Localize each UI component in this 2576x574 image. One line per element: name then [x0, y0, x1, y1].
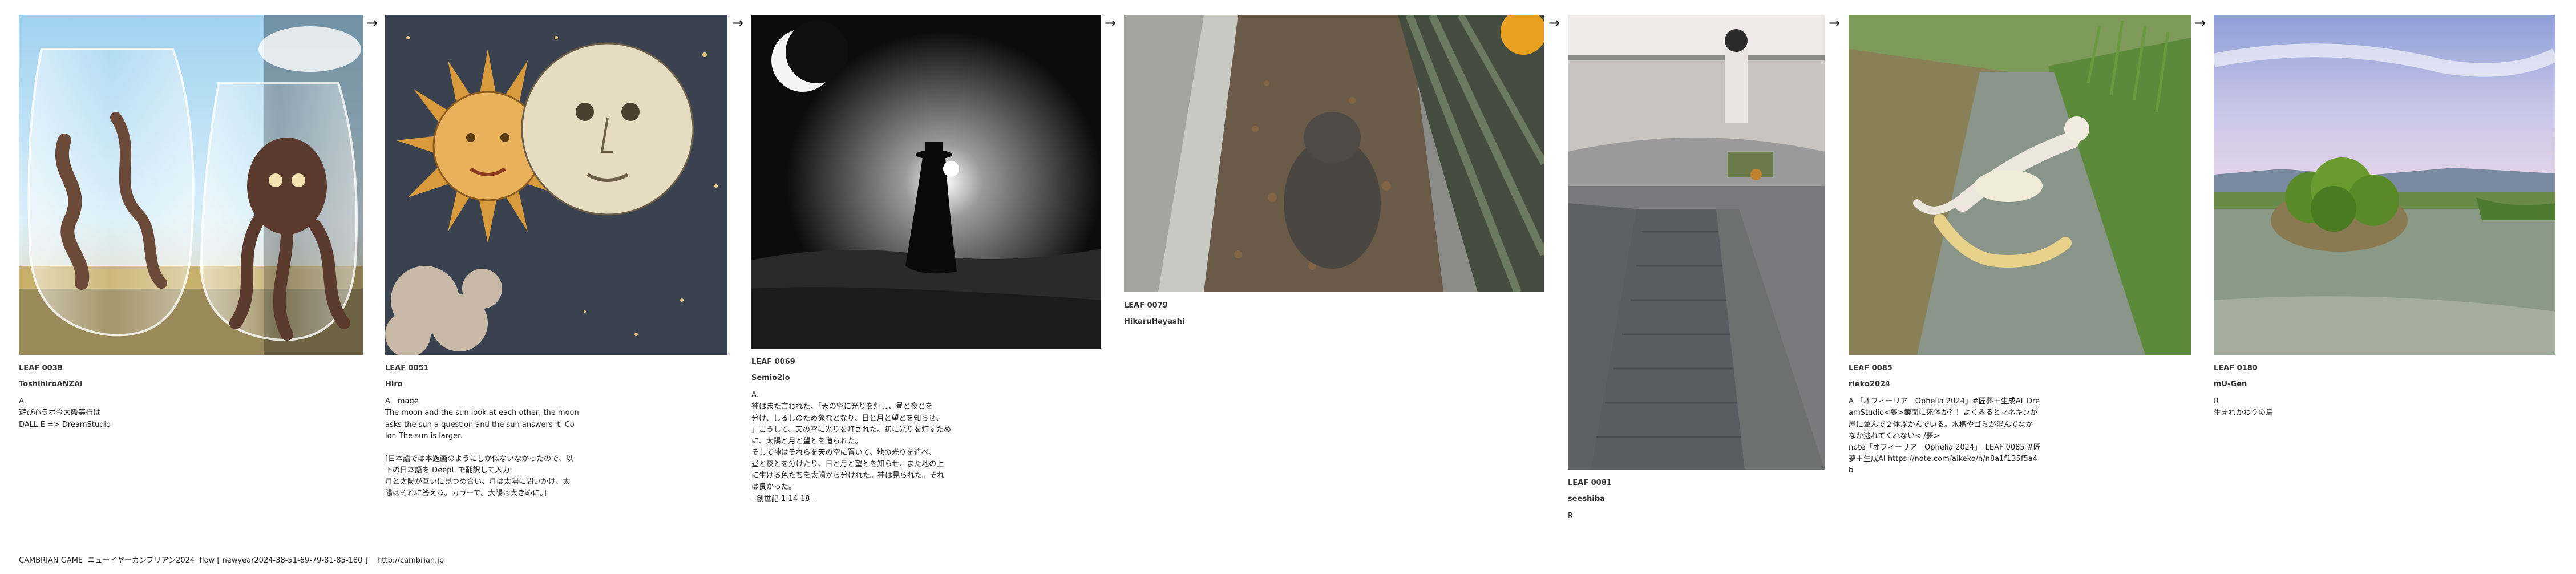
leaf-image-road-grate[interactable]	[1568, 15, 1825, 470]
island-photo	[2214, 15, 2555, 355]
author-name[interactable]: ToshihiroANZAI	[19, 379, 363, 390]
monkey-photo	[1124, 15, 1544, 292]
footer-flow-info[interactable]: CAMBRIAN GAME ニューイヤーカンブリアン2024 flow [ ne…	[19, 554, 444, 565]
author-name[interactable]: rieko2024	[1849, 379, 2191, 390]
leaf-id: LEAF 0180	[2214, 364, 2258, 373]
leaf-description: A. 神はまた言われた、「天の空に光りを灯し、昼と夜とを 分け、しるしのため象な…	[751, 391, 951, 503]
leaf-description: R 生まれかわりの島	[2214, 397, 2274, 418]
leaf-description: A. 遊び心ラボ今大阪等行は DALL-E => DreamStudio	[19, 397, 111, 429]
leaf-id: LEAF 0079	[1124, 301, 1168, 310]
leaf-id: LEAF 0051	[385, 364, 429, 373]
author-name[interactable]: Semio2lo	[751, 373, 1101, 384]
leaf-image-silhouette-moon[interactable]	[751, 15, 1101, 349]
flow-arrow-icon: →	[1829, 15, 1841, 31]
leaf-description: R	[1568, 512, 1574, 521]
leaf-description: A mage The moon and the sun look at each…	[385, 397, 579, 498]
leaf-card-0079: LEAF 0079 HikaruHayashi	[1124, 15, 1544, 333]
ophelia-artwork	[1849, 15, 2191, 355]
flow-arrow-icon: →	[2194, 15, 2206, 31]
leaf-card-0038: LEAF 0038 ToshihiroANZAI A. 遊び心ラボ今大阪等行は …	[19, 15, 363, 431]
leaf-card-0081: LEAF 0081 seeshiba R	[1568, 15, 1825, 522]
flow-arrow-icon: →	[366, 15, 378, 31]
flow-arrow-icon: →	[1105, 15, 1117, 31]
silhouette-artwork	[751, 15, 1101, 349]
octopus-artwork	[19, 15, 363, 355]
leaf-card-0051: LEAF 0051 Hiro A mage The moon and the s…	[385, 15, 727, 500]
leaf-id: LEAF 0038	[19, 364, 63, 373]
sun-moon-artwork	[385, 15, 727, 355]
leaf-image-monkey[interactable]	[1124, 15, 1544, 292]
leaf-card-0180: LEAF 0180 mU-Gen R 生まれかわりの島	[2214, 15, 2555, 419]
leaf-id: LEAF 0081	[1568, 479, 1612, 487]
leaf-card-0085: LEAF 0085 rieko2024 A 「オフィーリア Ophelia 20…	[1849, 15, 2191, 476]
flow-arrow-icon: →	[732, 15, 744, 31]
author-name[interactable]: mU-Gen	[2214, 379, 2555, 390]
leaf-image-ophelia[interactable]	[1849, 15, 2191, 355]
leaf-image-island[interactable]	[2214, 15, 2555, 355]
leaf-id: LEAF 0069	[751, 358, 795, 366]
author-name[interactable]: HikaruHayashi	[1124, 316, 1544, 328]
author-name[interactable]: Hiro	[385, 379, 727, 390]
leaf-image-sun-moon[interactable]	[385, 15, 727, 355]
road-photo	[1568, 15, 1825, 470]
leaf-image-octopus[interactable]	[19, 15, 363, 355]
leaf-card-0069: LEAF 0069 Semio2lo A. 神はまた言われた、「天の空に光りを灯…	[751, 15, 1101, 505]
flow-arrow-icon: →	[1548, 15, 1560, 31]
author-name[interactable]: seeshiba	[1568, 494, 1825, 505]
leaf-id: LEAF 0085	[1849, 364, 1892, 373]
leaf-description: A 「オフィーリア Ophelia 2024」#匠夢＋生成AI_Dre amSt…	[1849, 397, 2041, 475]
